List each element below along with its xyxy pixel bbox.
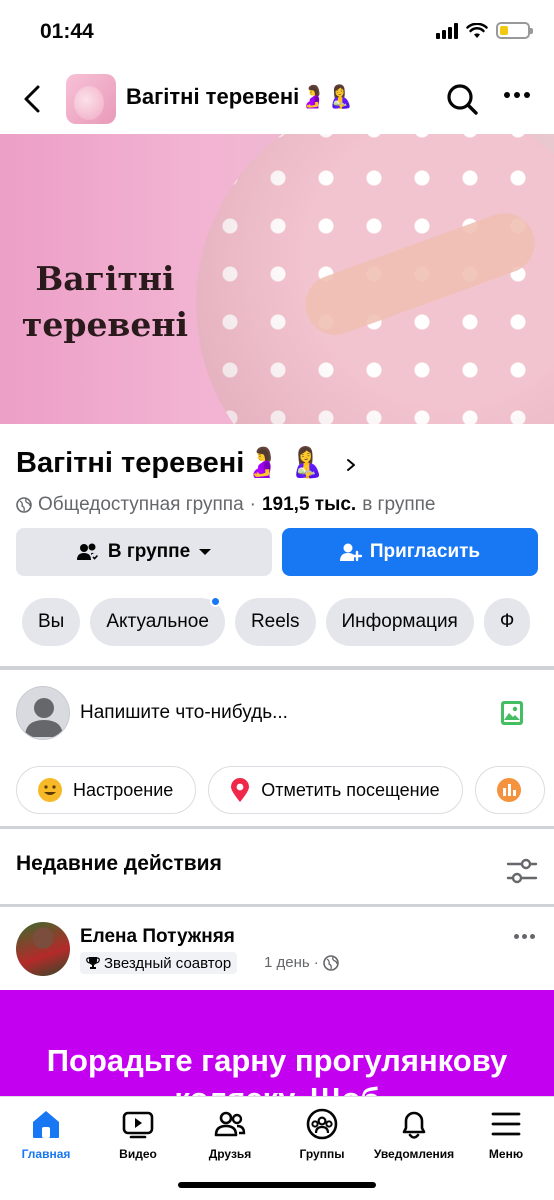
tab-label: Ф [499,611,515,632]
group-avatar[interactable] [66,74,116,124]
composer-input[interactable]: Напишите что-нибудь... [80,702,288,724]
divider [0,904,554,907]
status-icons [436,22,533,39]
nav-video[interactable]: Видео [92,1107,184,1161]
invite-button[interactable]: Пригласить [282,528,538,576]
globe-icon [16,497,32,513]
globe-icon [322,954,339,971]
home-indicator[interactable] [178,1182,376,1188]
post-author[interactable]: Елена Потужняя [80,926,235,948]
signal-icon [436,22,458,39]
check-in-chip[interactable]: Отметить посещение [208,766,463,814]
search-icon[interactable] [444,81,480,117]
meta-separator: · [249,494,256,515]
group-name[interactable]: Вагітні теревені🤰 🤱 [16,446,325,480]
nav-home[interactable]: Главная [0,1107,92,1161]
invite-button-label: Пригласить [369,541,481,562]
user-avatar[interactable] [16,686,70,740]
chip-label: Отметить посещение [261,779,440,800]
divider [0,666,554,670]
author-badge: Звездный соавтор [80,952,238,974]
header-title[interactable]: Вагітні теревені🤰🤱 [126,84,354,110]
tab-reels[interactable]: Reels [234,598,316,646]
status-bar: 01:44 [0,0,554,64]
nav-friends[interactable]: Друзья [184,1107,276,1161]
nav-menu[interactable]: Меню [460,1107,552,1161]
nav-label: Меню [488,1147,524,1161]
trophy-icon [86,957,100,969]
tab-label: Вы [38,611,65,632]
group-members-icon [76,543,99,561]
add-person-icon [339,543,362,562]
tab-about[interactable]: Информация [325,598,474,646]
post-meta: 1 день · [264,954,339,971]
caret-down-icon [199,549,212,555]
badge-label: Звездный соавтор [104,954,232,972]
post-text: Порадьте гарну прогулянкову коляску. Щоб [46,1043,508,1100]
nav-label: Уведомления [373,1147,455,1161]
wifi-icon [466,22,488,38]
tab-trending[interactable]: Актуальное [90,596,225,646]
home-icon [33,1111,59,1138]
recent-activity-title[interactable]: Недавние действия [16,852,222,876]
members-suffix: в группе [362,494,436,515]
nav-groups[interactable]: Группы [276,1107,368,1161]
tab-label: Актуальное [106,611,209,632]
chip-label: Настроение [73,779,174,800]
video-icon [122,1111,154,1139]
chevron-right-icon[interactable] [344,458,358,472]
more-options-icon[interactable] [504,92,530,98]
tab-label: Reels [250,611,300,632]
location-pin-icon [231,778,250,802]
nav-label: Видео [119,1147,157,1161]
smiley-icon [38,778,62,802]
notification-dot [209,596,221,607]
post-time[interactable]: 1 день [264,954,310,971]
group-privacy: Общедоступная группа [38,494,244,515]
feeling-chip[interactable]: Настроение [16,766,197,814]
poll-chip[interactable] [474,766,545,814]
photo-icon[interactable] [500,700,524,726]
joined-button-label: В группе [107,541,191,562]
status-time: 01:44 [40,20,94,43]
top-bar: Вагітні теревені🤰🤱 [0,64,554,134]
friends-icon [214,1111,246,1137]
battery-icon [496,22,533,39]
divider [0,826,554,829]
nav-label: Группы [299,1147,345,1161]
nav-label: Друзья [208,1147,252,1161]
back-arrow-icon[interactable] [16,82,50,116]
nav-notifications[interactable]: Уведомления [368,1107,460,1161]
nav-label: Главная [21,1147,71,1161]
chart-icon [496,778,521,802]
post-more-icon[interactable] [514,934,535,939]
groups-icon [306,1108,338,1140]
hamburger-menu-icon [491,1112,521,1136]
joined-button[interactable]: В группе [16,528,272,576]
bell-icon [402,1111,426,1139]
composer-chips: Настроение Отметить посещение [16,766,545,814]
tab-you[interactable]: Вы [22,598,81,646]
post-text-background[interactable]: Порадьте гарну прогулянкову коляску. Щоб [0,990,554,1100]
tab-more-partial[interactable]: Ф [483,598,531,646]
members-count[interactable]: 191,5 тыс. [262,494,356,516]
cover-text: Вагітні теревені [21,259,189,344]
author-avatar[interactable] [16,922,70,976]
tab-label: Информация [341,611,458,632]
group-tabs: Вы Актуальное Reels Информация Ф [22,596,531,646]
filter-sliders-icon[interactable] [506,858,538,884]
meta-dot: · [313,954,319,971]
default-avatar-icon [25,698,63,737]
group-meta: Общедоступная группа · 191,5 тыс. в груп… [16,494,436,516]
